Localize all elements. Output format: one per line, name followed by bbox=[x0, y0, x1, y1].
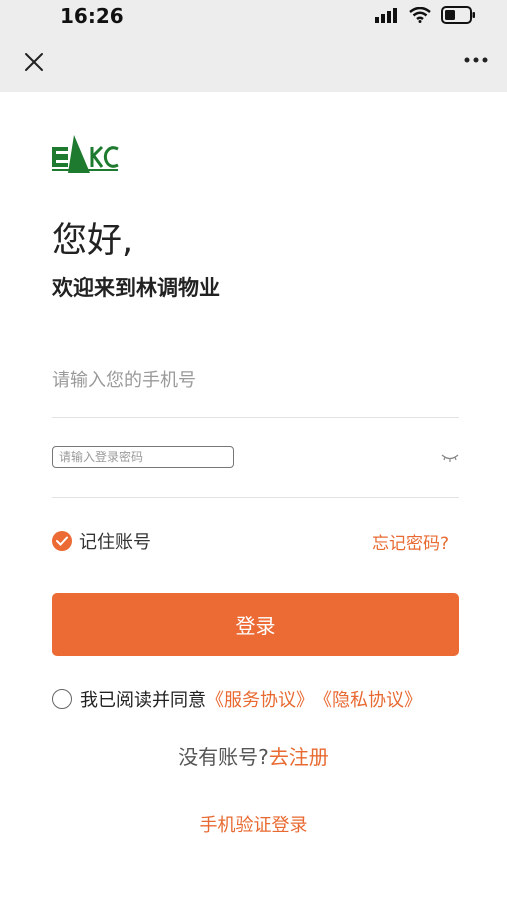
wifi-icon bbox=[409, 7, 431, 23]
service-agreement-link[interactable]: 《服务协议》 bbox=[206, 686, 314, 712]
checkbox-checked-icon[interactable] bbox=[52, 531, 72, 551]
divider bbox=[52, 417, 459, 418]
signal-icon bbox=[375, 8, 397, 23]
register-link[interactable]: 去注册 bbox=[269, 745, 329, 769]
sms-login-link[interactable]: 手机验证登录 bbox=[0, 811, 507, 837]
password-input[interactable] bbox=[52, 446, 234, 468]
forgot-password-link[interactable]: 忘记密码? bbox=[372, 529, 449, 554]
status-icons bbox=[375, 6, 477, 24]
brand-logo bbox=[52, 135, 119, 173]
agreement-radio[interactable] bbox=[52, 689, 72, 709]
privacy-agreement-link[interactable]: 《隐私协议》 bbox=[314, 686, 422, 712]
login-button[interactable]: 登录 bbox=[52, 593, 459, 656]
greeting-title: 您好, bbox=[52, 221, 134, 261]
nav-bar bbox=[0, 32, 507, 92]
register-row: 没有账号?去注册 bbox=[0, 741, 507, 770]
more-icon[interactable] bbox=[463, 54, 489, 66]
agreement-row: 我已阅读并同意 《服务协议》 《隐私协议》 bbox=[52, 686, 422, 712]
close-icon[interactable] bbox=[22, 50, 46, 74]
status-bar: 16:26 bbox=[0, 0, 507, 32]
agreement-text: 我已阅读并同意 bbox=[80, 690, 206, 711]
no-account-prompt: 没有账号? bbox=[178, 745, 269, 769]
status-time: 16:26 bbox=[60, 4, 124, 28]
phone-input[interactable] bbox=[52, 360, 457, 400]
divider bbox=[52, 497, 459, 498]
remember-account-label: 记住账号 bbox=[79, 532, 151, 553]
remember-account-toggle[interactable]: 记住账号 bbox=[52, 528, 151, 554]
welcome-subtitle: 欢迎来到林调物业 bbox=[52, 276, 220, 300]
eye-closed-icon[interactable] bbox=[441, 452, 459, 464]
battery-icon bbox=[441, 6, 475, 24]
